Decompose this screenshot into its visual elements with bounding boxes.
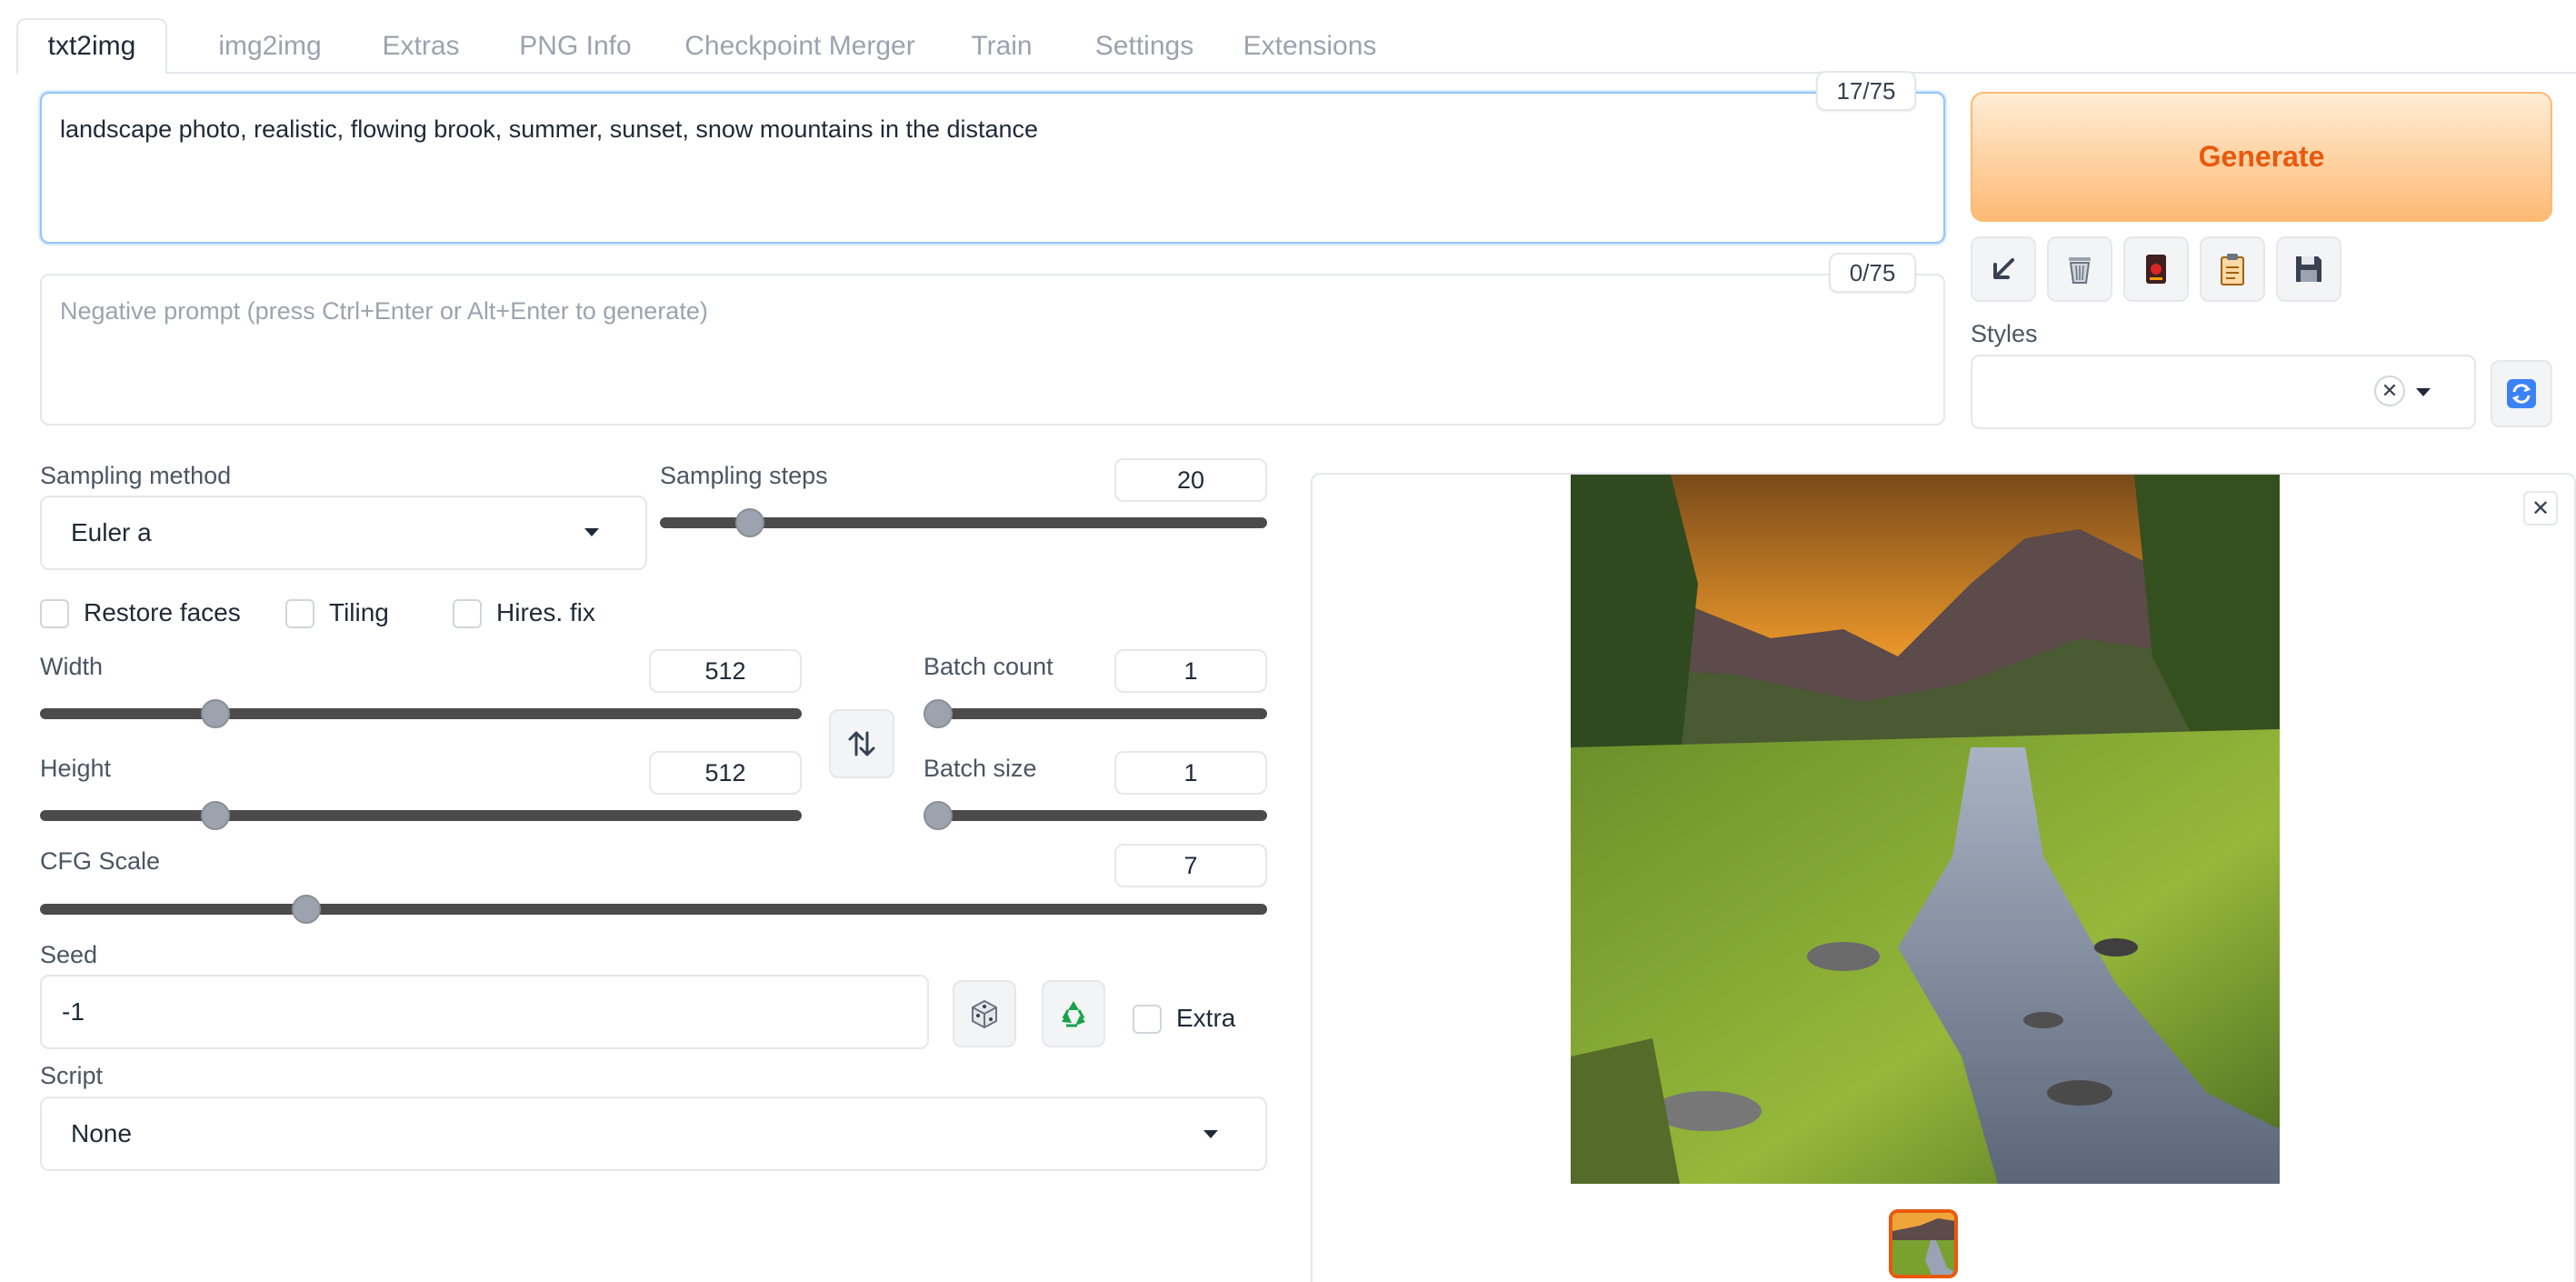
- swap-icon: [848, 731, 875, 756]
- hires-fix-label: Hires. fix: [496, 598, 595, 626]
- tab-checkpoint-merger[interactable]: Checkpoint Merger: [664, 18, 936, 75]
- negative-prompt-textarea[interactable]: Negative prompt (press Ctrl+Enter or Alt…: [40, 274, 1945, 426]
- clear-prompt-button[interactable]: [2047, 236, 2112, 302]
- tab-txt2img[interactable]: txt2img: [16, 18, 167, 75]
- slider-thumb[interactable]: [201, 699, 230, 728]
- batch-count-slider[interactable]: [924, 699, 1267, 728]
- batch-size-input[interactable]: 1: [1114, 751, 1267, 795]
- slider-thumb[interactable]: [201, 801, 230, 830]
- batch-size-label: Batch size: [924, 755, 1037, 782]
- cfg-scale-label: CFG Scale: [40, 847, 161, 875]
- prompt-textarea[interactable]: landscape photo, realistic, flowing broo…: [40, 92, 1945, 244]
- swap-dimensions-button[interactable]: [829, 709, 894, 778]
- script-value: None: [71, 1119, 132, 1147]
- chevron-down-icon: [1203, 1130, 1218, 1138]
- random-seed-button[interactable]: [953, 980, 1016, 1047]
- tab-settings[interactable]: Settings: [1067, 18, 1222, 75]
- extra-seed-label: Extra: [1176, 1004, 1236, 1032]
- chevron-down-icon: [584, 528, 599, 536]
- script-dropdown[interactable]: None: [40, 1097, 1267, 1171]
- negative-prompt-token-counter: 0/75: [1829, 253, 1916, 293]
- sampling-method-label: Sampling method: [40, 462, 232, 489]
- seed-label: Seed: [40, 941, 98, 968]
- tab-train[interactable]: Train: [938, 18, 1065, 75]
- slider-thumb[interactable]: [735, 508, 764, 537]
- tab-extensions[interactable]: Extensions: [1223, 18, 1396, 75]
- trash-icon: [2069, 257, 2091, 284]
- height-input[interactable]: 512: [649, 751, 802, 795]
- apply-style-button[interactable]: [2200, 236, 2265, 302]
- generated-image[interactable]: [1571, 475, 2280, 1184]
- slider-thumb[interactable]: [924, 801, 953, 830]
- close-icon[interactable]: ✕: [2374, 376, 2405, 406]
- slider-thumb[interactable]: [924, 699, 953, 728]
- gallery-thumbnail[interactable]: [1889, 1209, 1958, 1278]
- sampling-method-value: Euler a: [71, 518, 152, 546]
- width-slider[interactable]: [40, 699, 802, 728]
- tiling-checkbox[interactable]: [285, 599, 315, 628]
- sampling-steps-label: Sampling steps: [660, 462, 828, 489]
- sampling-steps-slider[interactable]: [660, 508, 1267, 537]
- height-label: Height: [40, 755, 112, 782]
- script-label: Script: [40, 1062, 104, 1089]
- tab-png-info[interactable]: PNG Info: [489, 18, 662, 75]
- tiling-label: Tiling: [329, 598, 389, 626]
- restore-faces-checkbox[interactable]: [40, 599, 69, 628]
- card-icon: [2146, 255, 2166, 284]
- close-icon[interactable]: ✕: [2523, 491, 2558, 526]
- prompt-token-counter: 17/75: [1816, 71, 1916, 111]
- tab-bar: txt2img img2img Extras PNG Info Checkpoi…: [16, 0, 2576, 75]
- height-slider[interactable]: [40, 801, 802, 830]
- tab-img2img[interactable]: img2img: [195, 18, 345, 75]
- sampling-method-dropdown[interactable]: Euler a: [40, 496, 647, 570]
- tab-extras[interactable]: Extras: [353, 18, 489, 75]
- cfg-scale-slider[interactable]: [40, 895, 1267, 924]
- refresh-icon: [2507, 379, 2536, 408]
- styles-label: Styles: [1971, 320, 2038, 347]
- extra-seed-checkbox[interactable]: [1133, 1005, 1162, 1034]
- clipboard-icon: [2221, 254, 2244, 285]
- restore-faces-label: Restore faces: [84, 598, 241, 626]
- extra-networks-button[interactable]: [2123, 236, 2189, 302]
- output-gallery: ✕: [1311, 473, 2576, 1282]
- batch-size-slider[interactable]: [924, 801, 1267, 830]
- seed-value: -1: [62, 997, 85, 1026]
- arrow-down-left-icon: [1993, 258, 2014, 279]
- paste-params-button[interactable]: [1971, 236, 2036, 302]
- width-label: Width: [40, 653, 104, 680]
- width-input[interactable]: 512: [649, 649, 802, 693]
- cfg-scale-input[interactable]: 7: [1114, 844, 1267, 887]
- save-style-button[interactable]: [2276, 236, 2341, 302]
- reuse-seed-button[interactable]: [1042, 980, 1105, 1047]
- sampling-steps-input[interactable]: 20: [1114, 458, 1267, 502]
- batch-count-label: Batch count: [924, 653, 1053, 680]
- floppy-icon: [2296, 256, 2321, 282]
- hires-fix-checkbox[interactable]: [453, 599, 482, 628]
- recycle-icon: [1062, 1001, 1085, 1027]
- seed-input[interactable]: -1: [40, 975, 929, 1049]
- batch-count-input[interactable]: 1: [1114, 649, 1267, 693]
- generate-button[interactable]: Generate: [1971, 92, 2552, 222]
- refresh-styles-button[interactable]: [2491, 360, 2552, 427]
- chevron-down-icon: [2416, 388, 2431, 396]
- thumbnail-image: [1892, 1213, 1954, 1275]
- dice-icon: [972, 999, 997, 1029]
- slider-thumb[interactable]: [292, 895, 321, 924]
